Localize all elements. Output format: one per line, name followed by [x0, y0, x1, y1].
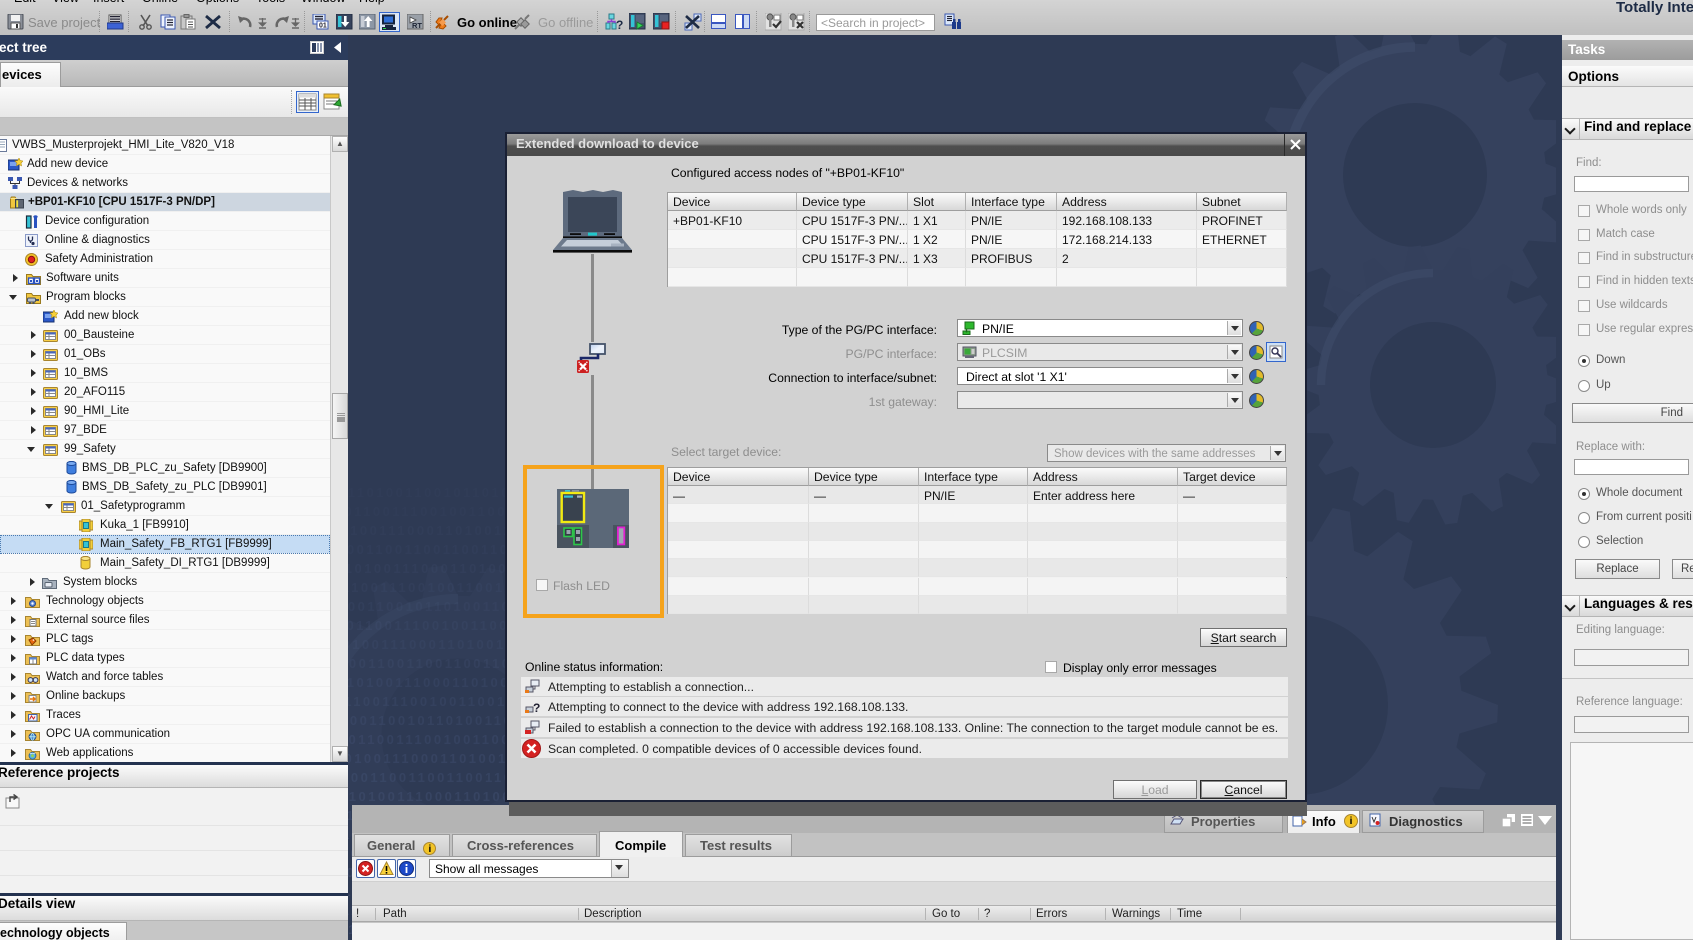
- svg-text:01: 01: [319, 23, 327, 30]
- svg-text:?: ?: [616, 18, 623, 31]
- svg-text:?: ?: [533, 701, 540, 713]
- svg-text:RT: RT: [412, 21, 422, 30]
